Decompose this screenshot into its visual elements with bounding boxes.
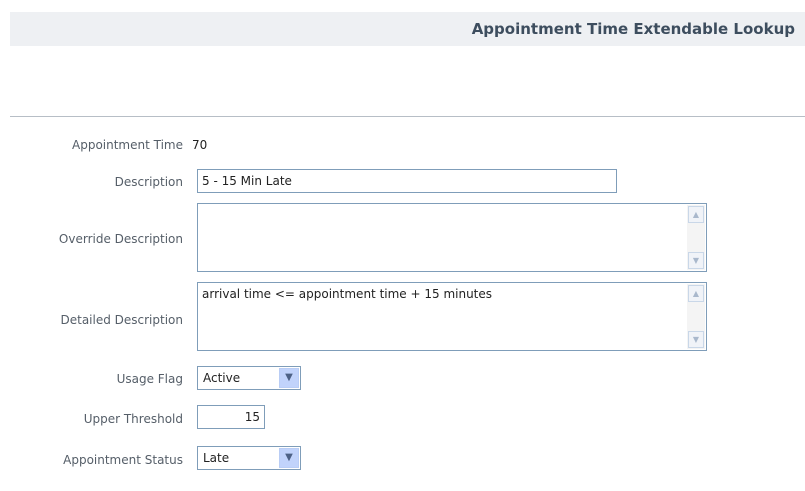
chevron-down-icon[interactable]: ▼ — [279, 448, 299, 468]
page-header: Appointment Time Extendable Lookup — [10, 12, 805, 46]
chevron-down-icon[interactable]: ▼ — [279, 368, 299, 388]
override-description-scrollbar[interactable]: ▲ ▼ — [687, 205, 705, 270]
detailed-description-field[interactable]: arrival time <= appointment time + 15 mi… — [197, 282, 707, 351]
override-description-text — [202, 208, 682, 267]
chevron-up-icon[interactable]: ▲ — [688, 206, 704, 223]
page-title: Appointment Time Extendable Lookup — [471, 20, 795, 38]
detailed-description-label: Detailed Description — [60, 313, 183, 327]
appointment-time-label: Appointment Time — [72, 138, 183, 152]
description-label: Description — [114, 175, 183, 189]
appointment-status-label: Appointment Status — [63, 453, 183, 467]
usage-flag-select[interactable]: Active ▼ — [197, 366, 301, 390]
detailed-description-scrollbar[interactable]: ▲ ▼ — [687, 284, 705, 349]
override-description-label: Override Description — [58, 232, 183, 246]
appointment-status-select[interactable]: Late ▼ — [197, 446, 301, 470]
override-description-field[interactable]: ▲ ▼ — [197, 203, 707, 272]
upper-threshold-label: Upper Threshold — [83, 412, 183, 426]
usage-flag-label: Usage Flag — [116, 372, 183, 386]
chevron-up-icon[interactable]: ▲ — [688, 285, 704, 302]
header-divider — [10, 116, 805, 117]
upper-threshold-field[interactable] — [197, 405, 265, 429]
detailed-description-text: arrival time <= appointment time + 15 mi… — [202, 287, 493, 301]
usage-flag-value: Active — [203, 371, 241, 385]
appointment-status-value: Late — [203, 451, 230, 465]
chevron-down-icon[interactable]: ▼ — [688, 252, 704, 269]
chevron-down-icon[interactable]: ▼ — [688, 331, 704, 348]
appointment-time-value: 70 — [192, 138, 208, 152]
description-field[interactable] — [197, 169, 617, 193]
